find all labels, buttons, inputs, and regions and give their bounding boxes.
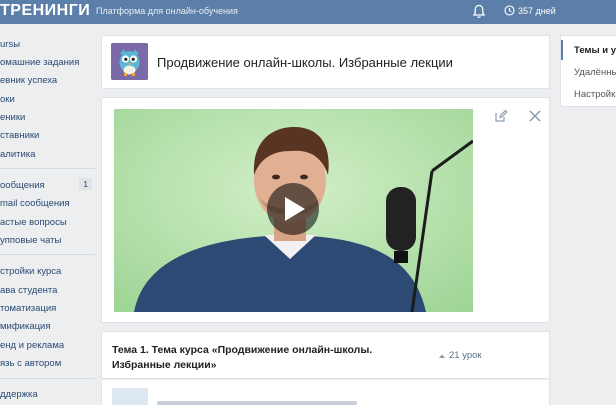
sidebar-item-mentors[interactable]: ставники <box>0 127 95 143</box>
sidebar-item-label: ставники <box>0 129 40 141</box>
days-counter[interactable]: 357 дней <box>504 5 556 16</box>
sidebar-item-label: евник успеха <box>0 74 58 86</box>
sidebar-item-label: стройки курса <box>0 265 62 277</box>
edit-icon[interactable] <box>494 109 508 123</box>
tab-topics-lessons[interactable]: Темы и уроки <box>561 40 616 60</box>
bell-icon[interactable] <box>472 4 486 19</box>
sidebar-item-label: астые вопросы <box>0 216 67 228</box>
lesson-count-label: 21 урок <box>449 350 482 361</box>
sidebar-divider <box>0 168 95 169</box>
sidebar-item-label: алитика <box>0 148 36 160</box>
topic-title: Тема 1. Тема курса «Продвижение онлайн-ш… <box>112 344 373 371</box>
video-player[interactable] <box>114 109 473 312</box>
messages-count-badge: 1 <box>79 178 92 190</box>
brand-subtitle: Платформа для онлайн-обучения <box>96 6 238 16</box>
top-bar: ТРЕНИНГИ Платформа для онлайн-обучения 3… <box>0 0 616 24</box>
tab-label: Удалённые <box>574 66 616 78</box>
sidebar-item-gamification[interactable]: мификация <box>0 318 95 334</box>
lesson-row[interactable] <box>101 380 550 405</box>
sidebar-divider <box>0 254 95 255</box>
sidebar-item-courses[interactable]: ursы <box>0 36 95 52</box>
days-label: 357 дней <box>518 5 556 16</box>
sidebar-item-automation[interactable]: томатизация <box>0 300 95 316</box>
sidebar-item-label: ддержка <box>0 388 38 400</box>
topic-header[interactable]: Тема 1. Тема курса «Продвижение онлайн-ш… <box>101 331 550 379</box>
lesson-count[interactable]: 21 урок <box>438 350 482 361</box>
sidebar-item-label: омашние задания <box>0 56 80 68</box>
sidebar: ursы омашние задания евник успеха оки ен… <box>0 24 95 405</box>
sidebar-item-analytics[interactable]: алитика <box>0 146 95 162</box>
sidebar-item-label: еники <box>0 111 26 123</box>
sidebar-item-messages[interactable]: ообщения 1 <box>0 177 95 193</box>
sidebar-item-label: мификация <box>0 320 51 332</box>
lesson-thumbnail-icon <box>112 388 148 405</box>
course-avatar <box>111 43 148 80</box>
sidebar-item-support[interactable]: ддержка <box>0 386 95 402</box>
sidebar-item-label: язь с автором <box>0 357 62 369</box>
close-icon[interactable] <box>528 109 542 123</box>
sidebar-item-lessons[interactable]: оки <box>0 91 95 107</box>
brand-logo[interactable]: ТРЕНИНГИ <box>0 2 90 20</box>
right-nav-panel: Темы и уроки Удалённые Настройки <box>560 35 616 107</box>
chevron-up-icon <box>439 354 445 358</box>
video-card <box>101 97 550 323</box>
lesson-title-placeholder <box>157 401 357 405</box>
sidebar-item-label: упповые чаты <box>0 234 62 246</box>
video-thumbnail <box>114 109 473 312</box>
sidebar-item-faq[interactable]: астые вопросы <box>0 214 95 230</box>
course-title: Продвижение онлайн-школы. Избранные лекц… <box>157 55 453 70</box>
sidebar-item-homework[interactable]: омашние задания <box>0 54 95 70</box>
sidebar-item-group-chats[interactable]: упповые чаты <box>0 232 95 248</box>
sidebar-item-contact-author[interactable]: язь с автором <box>0 355 95 371</box>
tab-settings[interactable]: Настройки <box>561 84 616 104</box>
tab-deleted[interactable]: Удалённые <box>561 62 616 82</box>
sidebar-item-success-diary[interactable]: евник успеха <box>0 72 95 88</box>
sidebar-item-students[interactable]: еники <box>0 109 95 125</box>
sidebar-item-label: томатизация <box>0 302 57 314</box>
sidebar-item-brand-ads[interactable]: енд и реклама <box>0 337 95 353</box>
tab-label: Настройки <box>574 88 616 100</box>
owl-mascot-icon <box>111 43 148 80</box>
sidebar-item-label: ообщения <box>0 179 45 191</box>
sidebar-item-course-settings[interactable]: стройки курса <box>0 263 95 279</box>
clock-icon <box>504 5 515 16</box>
course-header: Продвижение онлайн-школы. Избранные лекц… <box>101 35 550 89</box>
sidebar-item-label: mail сообщения <box>0 197 70 209</box>
sidebar-item-email-messages[interactable]: mail сообщения <box>0 195 95 211</box>
sidebar-item-label: ава студента <box>0 284 58 296</box>
sidebar-item-label: оки <box>0 93 15 105</box>
sidebar-item-student-rights[interactable]: ава студента <box>0 282 95 298</box>
sidebar-item-label: ursы <box>0 38 21 50</box>
sidebar-item-label: енд и реклама <box>0 339 65 351</box>
sidebar-divider <box>0 378 95 379</box>
tab-label: Темы и уроки <box>574 44 616 56</box>
